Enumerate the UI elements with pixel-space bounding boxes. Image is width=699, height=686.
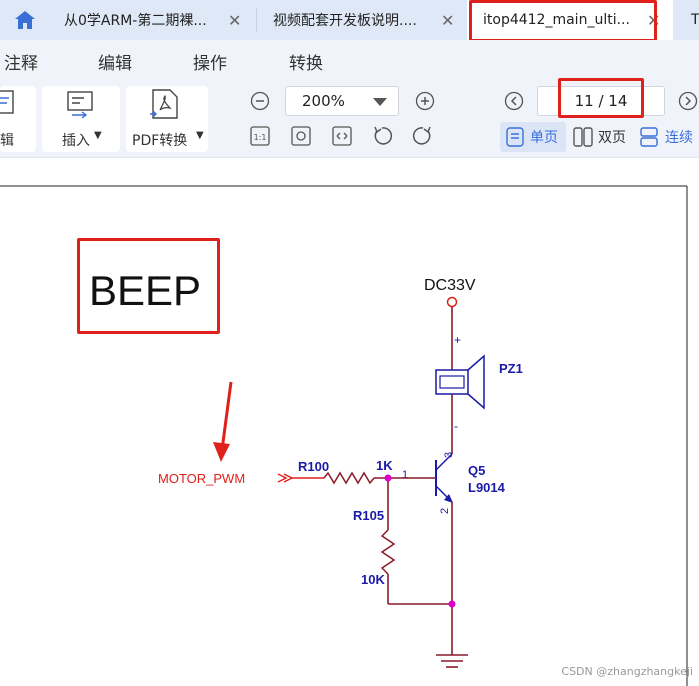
r105-value-label: 10K: [361, 572, 385, 587]
resistor-r105: [380, 529, 396, 575]
signal-input-symbol: [277, 473, 294, 483]
transistor-pin3-label: 3: [443, 452, 455, 458]
fit-width-button[interactable]: [331, 125, 353, 147]
red-arrow-shaft: [220, 381, 233, 451]
view-double-label: 双页: [598, 130, 626, 146]
actual-size-icon: 1:1: [250, 126, 270, 146]
rotate-right-icon: [412, 126, 431, 145]
plus-circle-icon: [415, 91, 435, 111]
highlight-box-beep: [77, 238, 220, 334]
power-node: [446, 296, 458, 308]
minus-circle-icon: [250, 91, 270, 111]
transistor-pin2-label: 2: [439, 508, 451, 514]
edit-tool-group[interactable]: 辑: [0, 86, 36, 152]
rotate-left-button[interactable]: [371, 125, 393, 147]
buzzer-minus-label: -: [454, 419, 458, 433]
rotate-left-icon: [374, 126, 393, 145]
prev-page-button[interactable]: [503, 90, 525, 112]
chevron-down-icon: ▼: [94, 130, 102, 141]
view-single-label: 单页: [530, 130, 558, 146]
close-icon[interactable]: ✕: [228, 11, 241, 30]
svg-text:1:1: 1:1: [254, 133, 267, 142]
pdf-convert-label: PDF转换: [132, 133, 188, 149]
fit-width-icon: [332, 126, 352, 146]
resistor-r100: [323, 471, 375, 485]
chevron-down-icon: [373, 98, 387, 106]
insert-tool-label: 插入: [62, 133, 90, 149]
pdf-convert-group[interactable]: PDF转换 ▼: [126, 86, 208, 152]
r100-value-label: 1K: [376, 458, 393, 473]
tab-arm-course[interactable]: 从0学ARM-第二期裸... ✕: [50, 0, 256, 40]
menu-bar: 注释 编辑 操作 转换: [0, 40, 699, 80]
fit-page-button[interactable]: [290, 125, 312, 147]
highlight-box-page-number: [558, 78, 644, 118]
tab-video-board-guide[interactable]: 视频配套开发板说明.... ✕: [257, 0, 467, 40]
junction-node-emitter: [448, 600, 456, 608]
r100-label: R100: [298, 459, 329, 474]
view-continuous-label: 连续: [665, 130, 693, 146]
transistor-pin1-label: 1: [402, 469, 408, 481]
zoom-select[interactable]: 200%: [285, 86, 399, 116]
chevron-right-icon: [678, 91, 698, 111]
menu-edit[interactable]: 编辑: [98, 49, 132, 74]
buzzer-inner: [439, 375, 465, 389]
rotate-right-button[interactable]: [412, 125, 434, 147]
continuous-page-icon: [640, 127, 658, 147]
power-label: DC33V: [424, 277, 476, 294]
close-icon[interactable]: ✕: [441, 11, 454, 30]
double-page-icon: [573, 127, 593, 147]
pdf-file-icon: [150, 89, 178, 119]
home-button[interactable]: [0, 0, 50, 40]
buzzer-plus-label: +: [454, 333, 461, 347]
signal-label: MOTOR_PWM: [158, 471, 245, 486]
transistor-label: Q5: [468, 463, 485, 478]
chevron-down-icon: ▼: [196, 130, 204, 141]
r105-label: R105: [353, 508, 384, 523]
tab-label: 视频配套开发板说明....: [273, 13, 417, 29]
document-viewport[interactable]: + - 3 2 1 R100 1K R105 10K Q5 L9014 PZ1 …: [0, 158, 699, 686]
menu-operate[interactable]: 操作: [193, 49, 227, 74]
tab-label: T: [691, 12, 699, 28]
insert-page-icon: [67, 91, 93, 119]
buzzer-body: [435, 369, 469, 395]
highlight-box-active-tab: [469, 0, 657, 42]
chevron-left-icon: [504, 91, 524, 111]
zoom-in-button[interactable]: [414, 90, 436, 112]
junction-node-base: [384, 474, 392, 482]
buzzer-label: PZ1: [499, 361, 523, 376]
tab-overflow[interactable]: T: [673, 0, 699, 40]
fit-page-icon: [291, 126, 311, 146]
red-arrow-head: [213, 442, 230, 462]
view-single-page-button[interactable]: 单页: [500, 122, 566, 152]
next-page-button[interactable]: [677, 90, 699, 112]
zoom-value: 200%: [302, 92, 345, 110]
view-continuous-button[interactable]: 连续: [638, 122, 699, 152]
single-page-icon: [506, 127, 524, 147]
transistor-model-label: L9014: [468, 480, 506, 495]
insert-tool-group[interactable]: 插入 ▼: [42, 86, 120, 152]
zoom-out-button[interactable]: [249, 90, 271, 112]
buzzer-horn: [467, 354, 485, 410]
menu-convert[interactable]: 转换: [289, 49, 323, 74]
tab-bar: 从0学ARM-第二期裸... ✕ 视频配套开发板说明.... ✕ itop441…: [0, 0, 699, 42]
toolbar-separator: [214, 86, 244, 152]
actual-size-button[interactable]: 1:1: [249, 125, 271, 147]
tab-label: 从0学ARM-第二期裸...: [64, 13, 207, 29]
edit-doc-icon: [0, 90, 14, 114]
menu-annotate[interactable]: 注释: [4, 49, 38, 74]
home-icon: [15, 11, 35, 29]
edit-tool-label: 辑: [0, 133, 14, 149]
watermark: CSDN @zhangzhangkeji: [561, 665, 693, 678]
view-double-page-button[interactable]: 双页: [572, 122, 634, 152]
